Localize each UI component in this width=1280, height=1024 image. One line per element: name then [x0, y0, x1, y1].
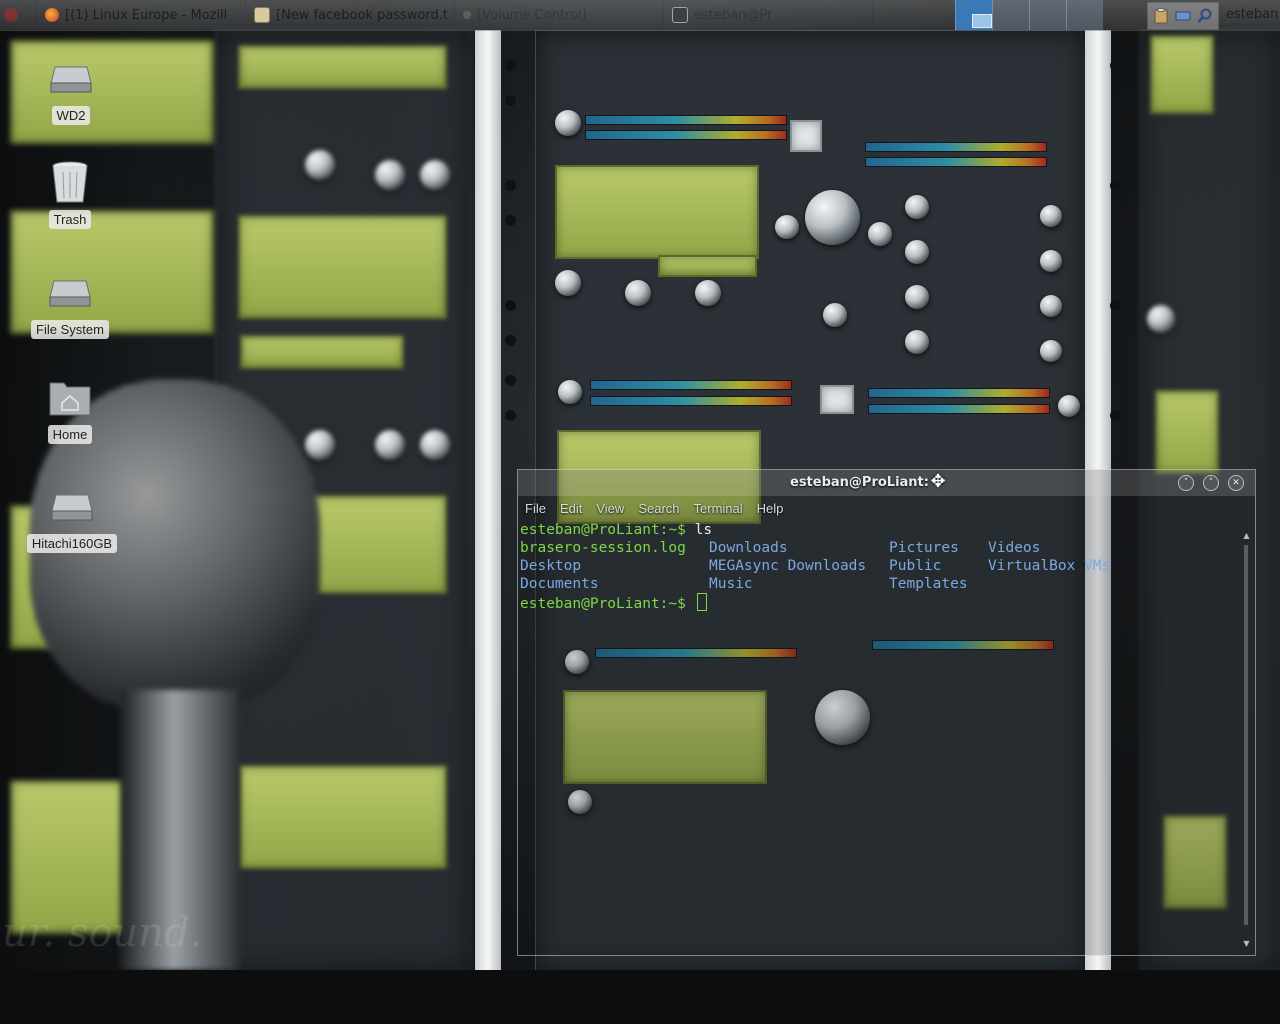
window-title: esteban@ProLiant: ~ — [790, 475, 945, 490]
microphone-image — [10, 370, 340, 970]
desktop-icon-wd2[interactable]: WD2 — [16, 56, 126, 125]
desktop-icon-home[interactable]: Home — [15, 375, 125, 444]
drive-icon — [48, 270, 92, 314]
text-editor-icon — [254, 7, 270, 23]
app-menu-icon — [4, 8, 18, 22]
terminal-menubar: File Edit View Search Terminal Help — [518, 498, 790, 520]
workspace-1[interactable] — [955, 0, 992, 30]
network-icon[interactable] — [1174, 7, 1192, 25]
app-menu-button[interactable] — [0, 0, 37, 30]
menu-view[interactable]: View — [589, 498, 631, 520]
terminal-line: Documents Music Templates — [520, 575, 1242, 593]
close-button[interactable]: ✕ — [1228, 475, 1244, 491]
task-label: esteban@Pr — [694, 7, 773, 23]
desktop-icon-label: Hitachi160GB — [26, 534, 118, 553]
volume-icon — [463, 11, 471, 19]
system-tray — [1147, 2, 1219, 30]
maximize-button[interactable]: ˄ — [1203, 475, 1219, 491]
move-cursor-icon: ✥ — [930, 471, 946, 492]
desktop-icon-hitachi160gb[interactable]: Hitachi160GB — [17, 484, 127, 553]
shell-prompt: esteban@ProLiant:~$ — [520, 522, 686, 538]
terminal-icon — [672, 7, 688, 23]
task-volume-control[interactable]: [Volume Control] — [455, 0, 664, 30]
home-folder-icon — [48, 375, 92, 419]
workspace-2[interactable] — [992, 0, 1029, 30]
menu-search[interactable]: Search — [631, 498, 686, 520]
username-label[interactable]: esteban — [1226, 0, 1278, 30]
terminal-line: brasero-session.log Downloads Pictures Vide… — [520, 539, 1242, 557]
wallpaper-slogan: ur. sound. — [2, 910, 203, 956]
directory-entry: MEGAsync Downloads — [709, 558, 867, 574]
directory-entry: Desktop — [520, 558, 582, 574]
menu-terminal[interactable]: Terminal — [687, 498, 750, 520]
desktop-icon-label: Trash — [48, 210, 92, 229]
directory-entry: Videos — [988, 540, 1041, 556]
text-cursor — [696, 593, 707, 611]
desktop-icon-label: Home — [47, 425, 93, 444]
desktop-icon-trash[interactable]: Trash — [15, 160, 125, 229]
minimize-button[interactable]: ˅ — [1178, 475, 1194, 491]
task-label: [New facebook password.t — [276, 7, 449, 23]
terminal-line: esteban@ProLiant:~$ — [520, 593, 1242, 612]
task-label: [(1) Linux Europe - Mozill — [65, 7, 228, 23]
terminal-scrollbar[interactable]: ▲ ▼ — [1240, 521, 1253, 953]
terminal-line: esteban@ProLiant:~$ ls — [520, 521, 1242, 539]
terminal-window[interactable]: esteban@ProLiant: ~ ✥ ˅ ˄ ✕ File Edit Vi… — [517, 469, 1256, 956]
file-entry: brasero-session.log — [520, 540, 686, 556]
scrollbar-track[interactable] — [1244, 545, 1248, 925]
drive-icon — [49, 56, 93, 100]
task-label: [Volume Control] — [477, 7, 587, 23]
desktop-icon-label: File System — [31, 320, 109, 339]
terminal-output[interactable]: esteban@ProLiant:~$ ls brasero-session.l… — [518, 521, 1242, 953]
task-terminal[interactable]: esteban@Pr — [664, 0, 873, 30]
menu-edit[interactable]: Edit — [553, 498, 589, 520]
shell-command: ls — [685, 522, 713, 538]
search-icon[interactable] — [1196, 7, 1214, 25]
terminal-line: Desktop MEGAsync Downloads Public VirtualBo… — [520, 557, 1242, 575]
drive-icon — [50, 484, 94, 528]
directory-entry: Music — [709, 576, 753, 592]
directory-entry: Templates — [889, 576, 968, 592]
firefox-icon — [45, 8, 59, 22]
workspace-switcher — [955, 0, 1103, 30]
directory-entry: Documents — [520, 576, 599, 592]
menu-file[interactable]: File — [518, 498, 553, 520]
workspace-3[interactable] — [1029, 0, 1066, 30]
directory-entry: Public — [889, 558, 942, 574]
directory-entry: VirtualBox VMs — [988, 558, 1111, 574]
workspace-4[interactable] — [1066, 0, 1103, 30]
task-text-editor[interactable]: [New facebook password.t — [246, 0, 455, 30]
bottom-panel-area — [0, 970, 1280, 1024]
desktop-icon-label: WD2 — [51, 106, 91, 125]
shell-prompt: esteban@ProLiant:~$ — [520, 596, 686, 612]
task-firefox[interactable]: [(1) Linux Europe - Mozill — [37, 0, 246, 30]
terminal-titlebar[interactable]: esteban@ProLiant: ~ ✥ ˅ ˄ ✕ — [518, 470, 1255, 496]
scroll-up-icon[interactable]: ▲ — [1241, 531, 1252, 541]
directory-entry: Pictures — [889, 540, 959, 556]
directory-entry: Downloads — [709, 540, 788, 556]
desktop-icon-file-system[interactable]: File System — [15, 270, 125, 339]
clipboard-icon[interactable] — [1152, 7, 1170, 25]
trash-icon — [48, 160, 92, 204]
scroll-down-icon[interactable]: ▼ — [1241, 939, 1252, 949]
menu-help[interactable]: Help — [750, 498, 791, 520]
